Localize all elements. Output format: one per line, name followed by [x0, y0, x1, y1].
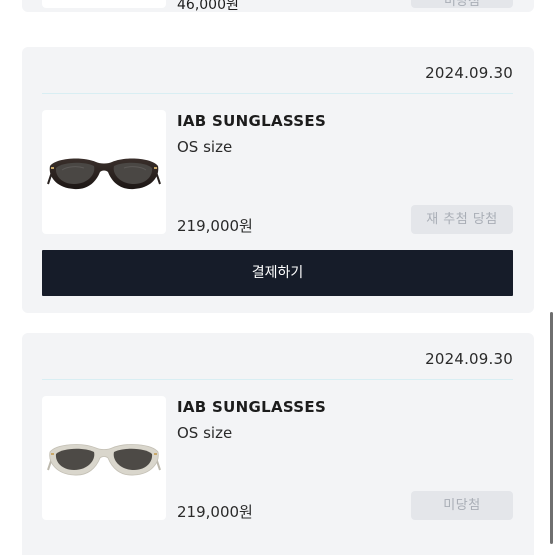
- scrollbar[interactable]: [550, 312, 553, 544]
- product-name[interactable]: IAB SUNGLASSES: [177, 398, 326, 416]
- status-badge: 미당첨: [411, 0, 513, 8]
- product-size: OS size: [177, 424, 233, 442]
- order-date: 2024.09.30: [425, 64, 513, 82]
- product-size: OS size: [177, 138, 233, 156]
- product-thumbnail[interactable]: [42, 0, 166, 8]
- status-badge: 재 추첨 당첨: [411, 205, 513, 234]
- product-name[interactable]: IAB SUNGLASSES: [177, 112, 326, 130]
- status-badge: 미당첨: [411, 491, 513, 520]
- product-thumbnail[interactable]: [42, 110, 166, 234]
- sunglasses-image: [47, 158, 161, 190]
- divider: [42, 379, 513, 380]
- product-thumbnail[interactable]: [42, 396, 166, 520]
- order-card[interactable]: 2024.09.30 IAB SUNGLASSES OS size 219,00…: [22, 47, 534, 313]
- order-card-partial[interactable]: 46,000원 미당첨: [22, 0, 534, 13]
- divider: [42, 93, 513, 94]
- order-history-page: 46,000원 미당첨 2024.09.30 IAB SUNGLASSES OS…: [0, 0, 555, 555]
- product-price: 46,000원: [177, 0, 239, 13]
- product-price: 219,000원: [177, 503, 253, 521]
- sunglasses-image: [47, 444, 161, 476]
- product-price: 219,000원: [177, 217, 253, 235]
- order-card[interactable]: 2024.09.30 IAB SUNGLASSES OS size 219,00…: [22, 333, 534, 555]
- order-date: 2024.09.30: [425, 350, 513, 368]
- pay-button[interactable]: 결제하기: [42, 250, 513, 296]
